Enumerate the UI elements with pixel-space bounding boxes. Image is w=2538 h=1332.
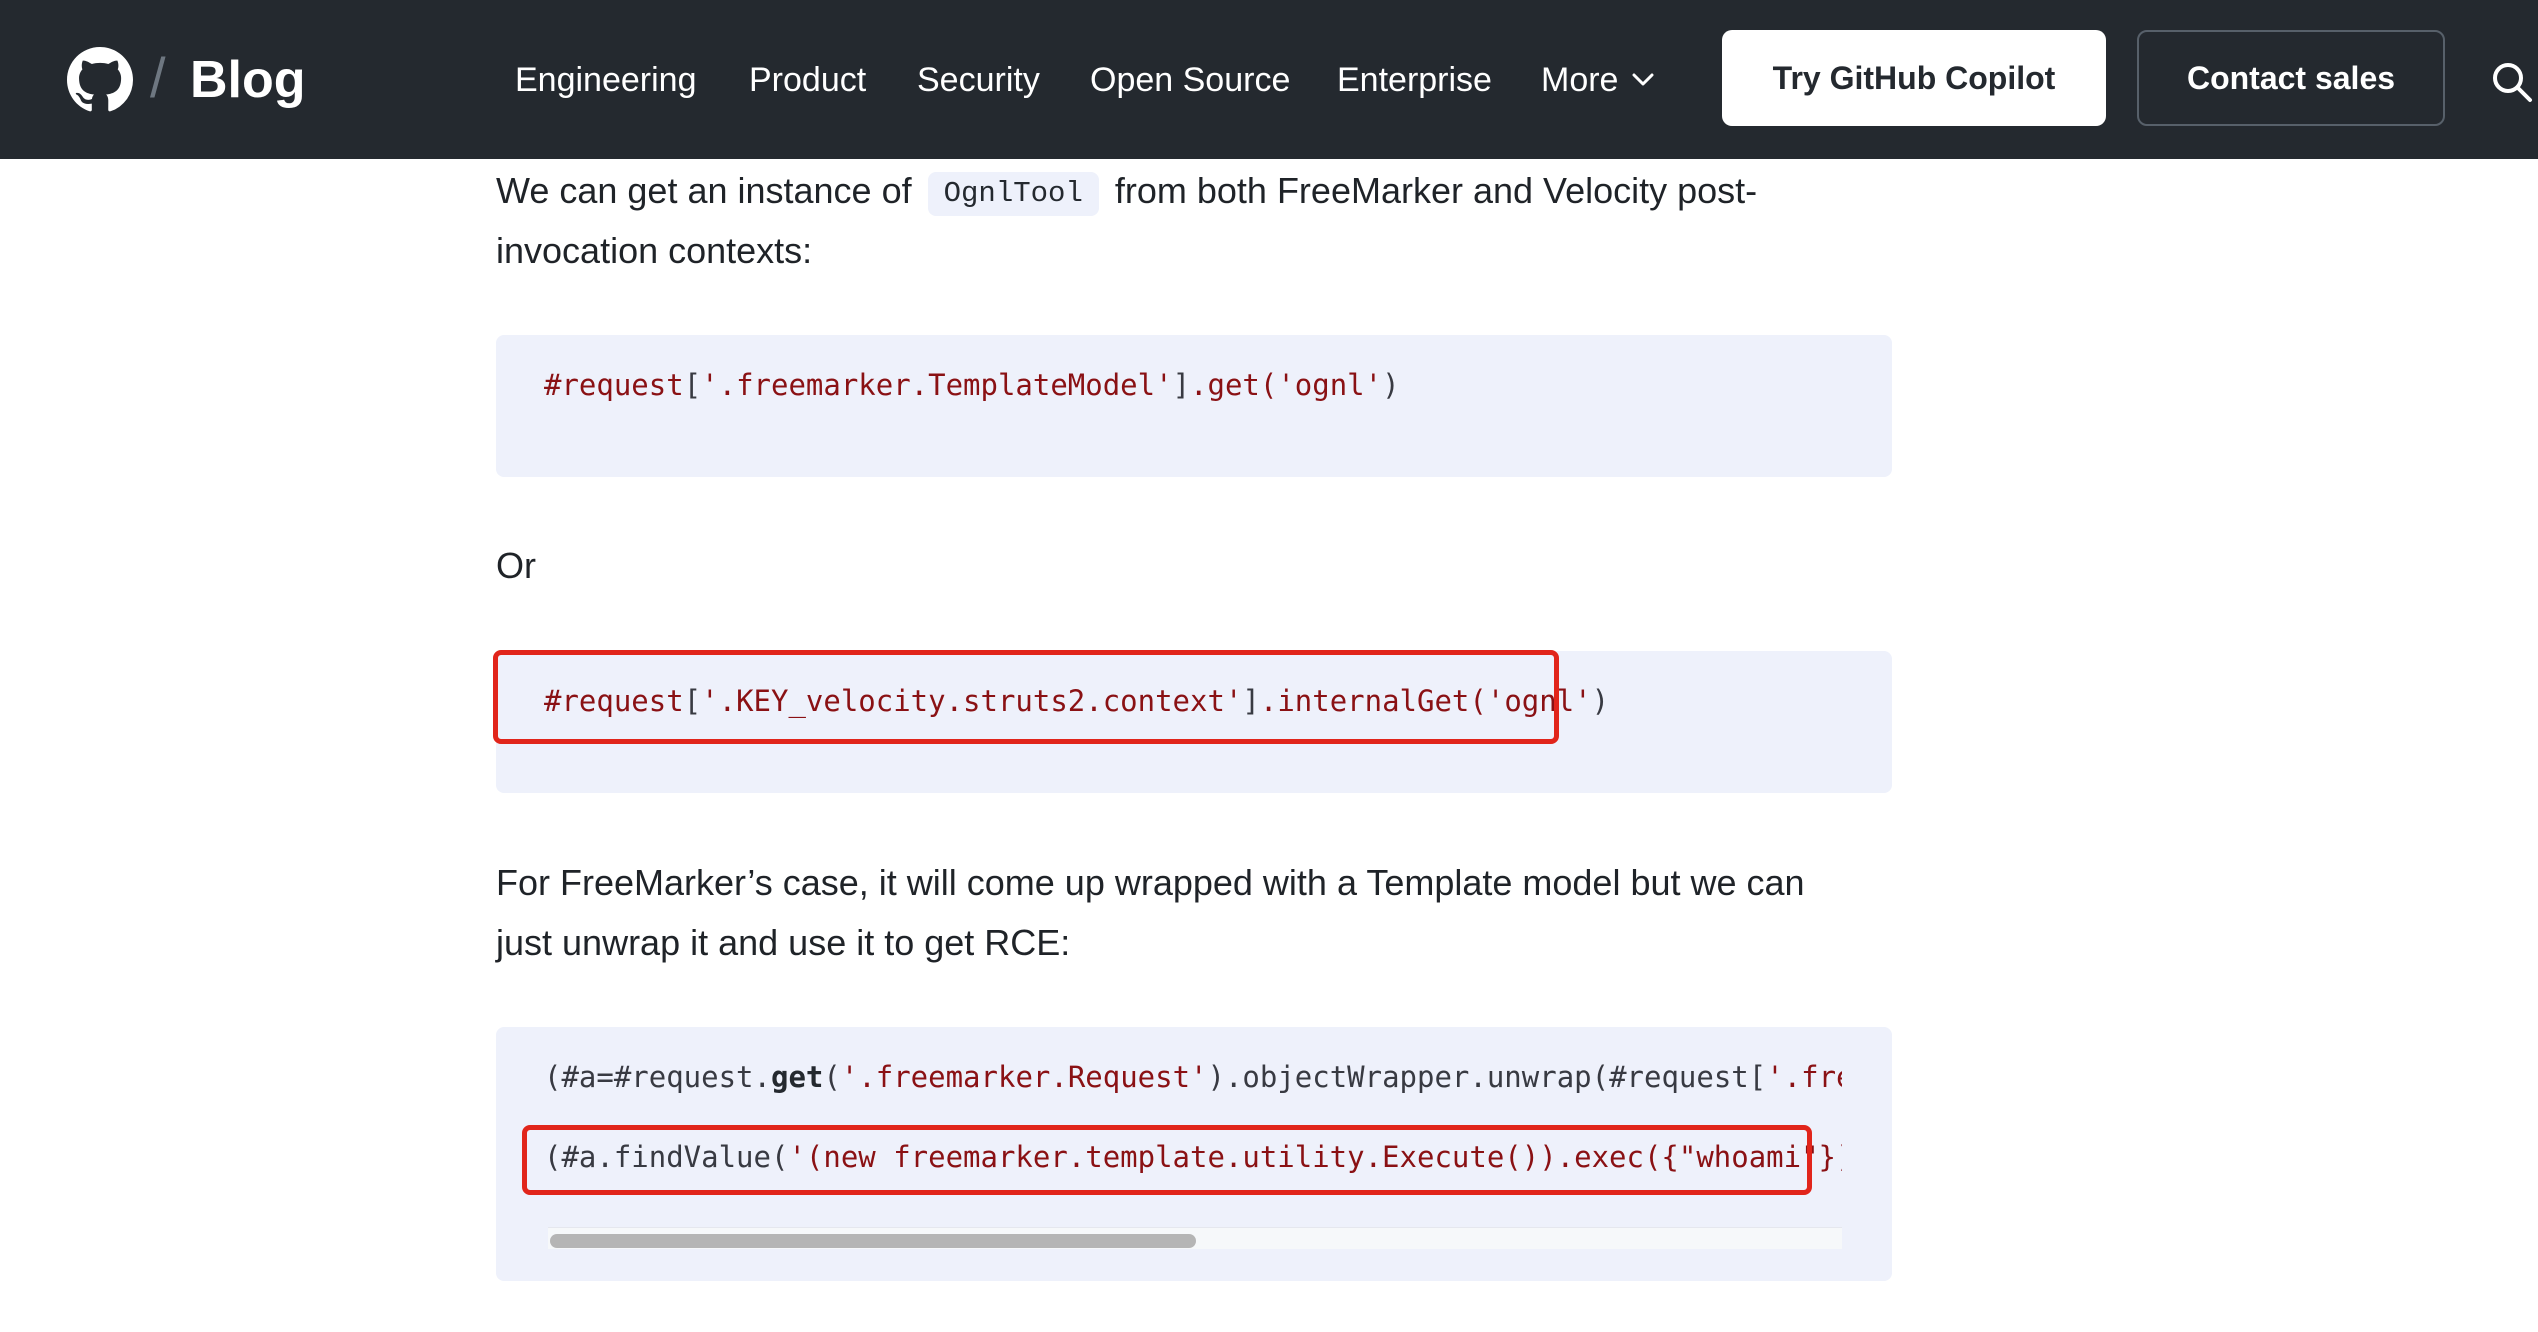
code-token: (	[823, 1060, 841, 1094]
code-token: ]	[1242, 684, 1260, 718]
code-line-text: (#a=#request.get('.freemarker.Request').…	[544, 1057, 1842, 1097]
paragraph-text: just unwrap it and use it to get RCE:	[496, 922, 1071, 963]
github-logo-icon[interactable]	[67, 47, 133, 113]
nav-open-source[interactable]: Open Source	[1090, 58, 1290, 102]
paragraph-text: For FreeMarker’s case, it will come up w…	[496, 862, 1805, 903]
nav-product[interactable]: Product	[749, 58, 866, 102]
horizontal-scrollbar[interactable]	[548, 1227, 1842, 1249]
paragraph-text: from both FreeMarker and Velocity post-	[1114, 170, 1758, 211]
code-token: '.freemar	[1766, 1060, 1842, 1094]
code-token: .internalGet(	[1259, 684, 1487, 718]
code-token: (#a=#request.	[544, 1060, 771, 1094]
code-line-text: (#a.findValue('(new freemarker.template.…	[544, 1137, 1842, 1177]
code-token: '.KEY_velocity.struts2.context'	[701, 684, 1243, 718]
blog-brand-link[interactable]: Blog	[190, 46, 306, 114]
code-line: #request['.KEY_velocity.struts2.context'…	[544, 681, 1609, 721]
code-token: '.freemarker.Request'	[840, 1060, 1208, 1094]
contact-sales-button[interactable]: Contact sales	[2137, 30, 2445, 126]
code-token: ]	[1172, 368, 1191, 402]
code-token: '.freemarker.TemplateModel'	[701, 368, 1173, 402]
nav-more-dropdown[interactable]: More	[1541, 58, 1654, 102]
paragraph-ognltool: We can get an instance of OgnlTool from …	[496, 161, 1892, 281]
site-header: / Blog Engineering Product Security Open…	[0, 0, 2538, 159]
nav-security[interactable]: Security	[917, 58, 1040, 102]
nav-engineering[interactable]: Engineering	[515, 58, 696, 102]
code-block-rce-payload[interactable]: (#a=#request.get('.freemarker.Request').…	[496, 1027, 1892, 1281]
code-block-freemarker-get[interactable]: #request['.freemarker.TemplateModel'].ge…	[496, 335, 1892, 477]
try-copilot-button[interactable]: Try GitHub Copilot	[1722, 30, 2106, 126]
code-token: (#a.findValue(	[544, 1140, 789, 1174]
scrollbar-thumb[interactable]	[550, 1234, 1196, 1248]
code-token: 'ognl'	[1486, 684, 1592, 718]
code-token: .get(	[1190, 368, 1278, 402]
paragraph-freemarker-rce: For FreeMarker’s case, it will come up w…	[496, 853, 1892, 973]
code-token: ).objectWrapper.unwrap(#request[	[1207, 1060, 1767, 1094]
nav-more-label: More	[1541, 61, 1619, 99]
code-token: [	[683, 368, 702, 402]
code-block-velocity-internalget[interactable]: #request['.KEY_velocity.struts2.context'…	[496, 651, 1892, 793]
code-token: 'ognl'	[1277, 368, 1383, 402]
code-token: )	[1382, 368, 1400, 402]
code-line: #request['.freemarker.TemplateModel'].ge…	[544, 365, 1400, 405]
code-line: (#a.findValue('(new freemarker.template.…	[544, 1137, 1842, 1181]
code-token: '(new freemarker.template.utility.Execut…	[788, 1140, 1842, 1174]
brand-separator: /	[150, 46, 166, 109]
inline-code-ognltool: OgnlTool	[927, 172, 1099, 216]
code-line: (#a=#request.get('.freemarker.Request').…	[544, 1057, 1842, 1101]
code-token: )	[1591, 684, 1610, 718]
nav-enterprise[interactable]: Enterprise	[1337, 58, 1492, 102]
code-token: #request	[544, 684, 684, 718]
chevron-down-icon	[1632, 73, 1654, 86]
paragraph-or: Or	[496, 545, 536, 586]
code-token: get	[770, 1060, 824, 1094]
paragraph-text: We can get an instance of	[496, 170, 912, 211]
search-icon[interactable]	[2490, 60, 2534, 104]
code-token: #request	[544, 368, 684, 402]
code-token: [	[683, 684, 702, 718]
paragraph-text: invocation contexts:	[496, 230, 813, 271]
